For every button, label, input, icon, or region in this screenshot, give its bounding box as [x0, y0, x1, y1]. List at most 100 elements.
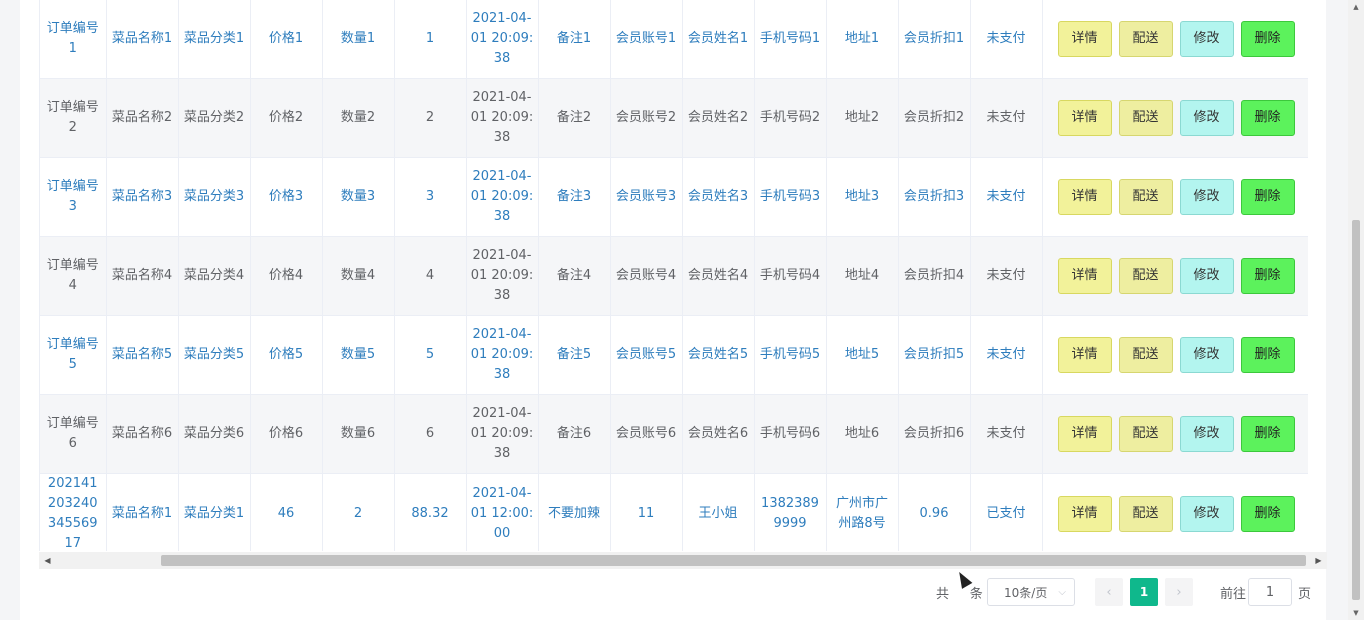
- goto-page-input[interactable]: 1: [1248, 578, 1292, 606]
- cell-remark: 备注3: [538, 157, 611, 237]
- cell-total: 4: [394, 236, 467, 316]
- cell-price: 价格4: [250, 236, 323, 316]
- cell-phone: 手机号码2: [754, 78, 827, 158]
- cell-phone: 手机号码5: [754, 315, 827, 395]
- edit-button[interactable]: 修改: [1179, 496, 1234, 532]
- cell-time: 2021-04-01 20:09:38: [466, 157, 539, 237]
- cell-time: 2021-04-01 20:09:38: [466, 0, 539, 79]
- detail-button[interactable]: 详情: [1057, 337, 1112, 373]
- cell-member-account: 会员账号1: [610, 0, 683, 79]
- cell-dish-name: 菜品名称5: [106, 315, 179, 395]
- cell-time: 2021-04-01 12:00:00: [466, 473, 539, 551]
- edit-button[interactable]: 修改: [1179, 179, 1234, 215]
- detail-button[interactable]: 详情: [1057, 100, 1112, 136]
- edit-button[interactable]: 修改: [1179, 337, 1234, 373]
- cell-dish-category: 菜品分类3: [178, 157, 251, 237]
- next-page-button[interactable]: ›: [1165, 578, 1193, 606]
- detail-button[interactable]: 详情: [1057, 496, 1112, 532]
- cell-time: 2021-04-01 20:09:38: [466, 315, 539, 395]
- edit-button[interactable]: 修改: [1179, 100, 1234, 136]
- detail-button[interactable]: 详情: [1057, 179, 1112, 215]
- cell-discount: 会员折扣5: [898, 315, 971, 395]
- delete-button[interactable]: 删除: [1240, 416, 1295, 452]
- cell-remark: 不要加辣: [538, 473, 611, 551]
- cell-dish-name: 菜品名称1: [106, 0, 179, 79]
- cell-member-name: 会员姓名3: [682, 157, 755, 237]
- cell-actions: 详情 配送 修改 删除: [1042, 394, 1308, 474]
- deliver-button[interactable]: 配送: [1118, 179, 1173, 215]
- cell-total: 1: [394, 0, 467, 79]
- cell-pay-status: 未支付: [970, 0, 1043, 79]
- detail-button[interactable]: 详情: [1057, 416, 1112, 452]
- deliver-button[interactable]: 配送: [1118, 416, 1173, 452]
- deliver-button[interactable]: 配送: [1118, 21, 1173, 57]
- deliver-button[interactable]: 配送: [1118, 337, 1173, 373]
- chevron-down-icon: ⌵: [1058, 586, 1066, 598]
- delete-button[interactable]: 删除: [1240, 258, 1295, 294]
- row-actions: 详情 配送 修改 删除: [1043, 179, 1309, 215]
- cell-total: 5: [394, 315, 467, 395]
- cell-dish-category: 菜品分类6: [178, 394, 251, 474]
- vertical-scrollbar[interactable]: ▲ ▼: [1348, 0, 1364, 620]
- cell-member-name: 会员姓名5: [682, 315, 755, 395]
- cell-phone: 13823899999: [754, 473, 827, 551]
- cell-order-no: 订单编号6: [40, 394, 107, 474]
- cell-dish-category: 菜品分类1: [178, 0, 251, 79]
- cell-address: 广州市广州路8号: [826, 473, 899, 551]
- delete-button[interactable]: 删除: [1240, 100, 1295, 136]
- cell-quantity: 2: [322, 473, 395, 551]
- deliver-button[interactable]: 配送: [1118, 100, 1173, 136]
- cell-member-name: 会员姓名2: [682, 78, 755, 158]
- delete-button[interactable]: 删除: [1240, 337, 1295, 373]
- edit-button[interactable]: 修改: [1179, 258, 1234, 294]
- page-number-button[interactable]: 1: [1130, 578, 1158, 606]
- delete-button[interactable]: 删除: [1240, 179, 1295, 215]
- cell-price: 价格3: [250, 157, 323, 237]
- table-row: 订单编号1 菜品名称1 菜品分类1 价格1 数量1 1 2021-04-01 20:09:3…: [40, 0, 1308, 79]
- cell-dish-category: 菜品分类1: [178, 473, 251, 551]
- cell-price: 价格2: [250, 78, 323, 158]
- table-body: 订单编号1 菜品名称1 菜品分类1 价格1 数量1 1 2021-04-01 20:09:3…: [40, 0, 1308, 551]
- horizontal-scrollbar[interactable]: ◀ ▶: [39, 552, 1327, 569]
- chevron-left-icon: ‹: [1106, 584, 1112, 600]
- cell-phone: 手机号码3: [754, 157, 827, 237]
- scroll-down-icon[interactable]: ▼: [1348, 606, 1364, 620]
- cell-order-no: 订单编号3: [40, 157, 107, 237]
- cell-address: 地址4: [826, 236, 899, 316]
- cell-quantity: 数量5: [322, 315, 395, 395]
- edit-button[interactable]: 修改: [1179, 21, 1234, 57]
- cell-discount: 会员折扣6: [898, 394, 971, 474]
- deliver-button[interactable]: 配送: [1118, 496, 1173, 532]
- cell-address: 地址2: [826, 78, 899, 158]
- detail-button[interactable]: 详情: [1057, 21, 1112, 57]
- horizontal-scroll-thumb[interactable]: [161, 555, 1306, 566]
- edit-button[interactable]: 修改: [1179, 416, 1234, 452]
- page-size-select[interactable]: 10条/页 ⌵: [987, 578, 1075, 606]
- cell-actions: 详情 配送 修改 删除: [1042, 236, 1308, 316]
- detail-button[interactable]: 详情: [1057, 258, 1112, 294]
- deliver-button[interactable]: 配送: [1118, 258, 1173, 294]
- cell-pay-status: 已支付: [970, 473, 1043, 551]
- row-actions: 详情 配送 修改 删除: [1043, 496, 1309, 532]
- row-actions: 详情 配送 修改 删除: [1043, 21, 1309, 57]
- cell-phone: 手机号码6: [754, 394, 827, 474]
- vertical-scroll-thumb[interactable]: [1352, 220, 1360, 600]
- cell-dish-name: 菜品名称2: [106, 78, 179, 158]
- cell-discount: 会员折扣4: [898, 236, 971, 316]
- cell-total: 88.32: [394, 473, 467, 551]
- scroll-left-icon[interactable]: ◀: [39, 552, 56, 569]
- prev-page-button[interactable]: ‹: [1095, 578, 1123, 606]
- cell-address: 地址6: [826, 394, 899, 474]
- scroll-up-icon[interactable]: ▲: [1348, 0, 1364, 14]
- cell-member-account: 会员账号4: [610, 236, 683, 316]
- cell-time: 2021-04-01 20:09:38: [466, 394, 539, 474]
- cell-remark: 备注5: [538, 315, 611, 395]
- cell-dish-name: 菜品名称3: [106, 157, 179, 237]
- delete-button[interactable]: 删除: [1240, 21, 1295, 57]
- cell-actions: 详情 配送 修改 删除: [1042, 315, 1308, 395]
- cell-order-no: 20214120324034556917: [40, 473, 107, 551]
- cell-pay-status: 未支付: [970, 394, 1043, 474]
- cell-address: 地址3: [826, 157, 899, 237]
- delete-button[interactable]: 删除: [1240, 496, 1295, 532]
- scroll-right-icon[interactable]: ▶: [1310, 552, 1327, 569]
